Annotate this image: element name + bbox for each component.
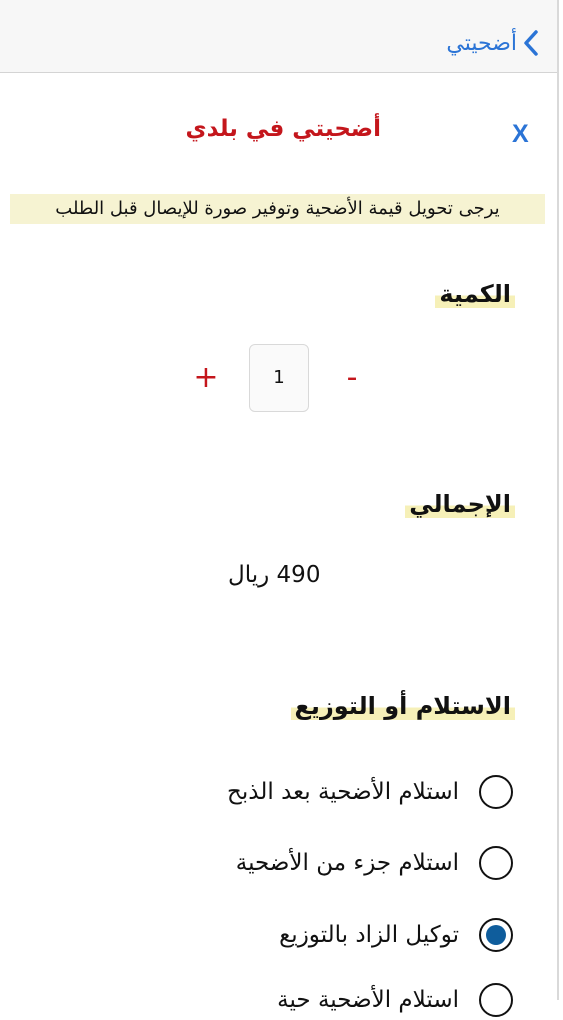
radio-button[interactable] — [479, 775, 513, 809]
quantity-field[interactable]: 1 — [249, 344, 309, 412]
total-heading: الإجمالي — [405, 490, 515, 518]
frame-edge — [557, 0, 559, 1000]
delivery-option-label: توكيل الزاد بالتوزيع — [279, 922, 459, 948]
decrement-button[interactable]: - — [338, 362, 366, 394]
radio-button[interactable] — [479, 846, 513, 880]
delivery-option[interactable]: استلام الأضحية بعد الذبح — [227, 772, 513, 812]
close-button[interactable]: X — [512, 120, 529, 149]
back-label: أضحيتي — [446, 30, 517, 56]
quantity-stepper: + 1 - — [190, 344, 370, 412]
delivery-option[interactable]: استلام جزء من الأضحية — [236, 843, 513, 883]
modal-title: أضحيتي في بلدي — [185, 116, 381, 142]
total-amount: 490 ريال — [228, 562, 321, 588]
delivery-heading: الاستلام أو التوزيع — [290, 692, 515, 720]
radio-button[interactable] — [479, 983, 513, 1017]
increment-button[interactable]: + — [190, 362, 222, 394]
chevron-left-icon — [523, 29, 539, 57]
delivery-option[interactable]: استلام الأضحية حية — [277, 980, 513, 1020]
navigation-bar: أضحيتي — [0, 0, 557, 73]
delivery-option[interactable]: توكيل الزاد بالتوزيع — [279, 915, 513, 955]
delivery-option-label: استلام جزء من الأضحية — [235, 850, 459, 876]
delivery-option-label: استلام الأضحية حية — [277, 987, 459, 1013]
radio-button-selected[interactable] — [479, 918, 513, 952]
quantity-heading: الكمية — [435, 280, 515, 308]
delivery-option-label: استلام الأضحية بعد الذبح — [227, 779, 459, 805]
notice-banner: يرجى تحويل قيمة الأضحية وتوفير صورة للإي… — [10, 194, 545, 224]
back-button[interactable]: أضحيتي — [446, 26, 539, 60]
